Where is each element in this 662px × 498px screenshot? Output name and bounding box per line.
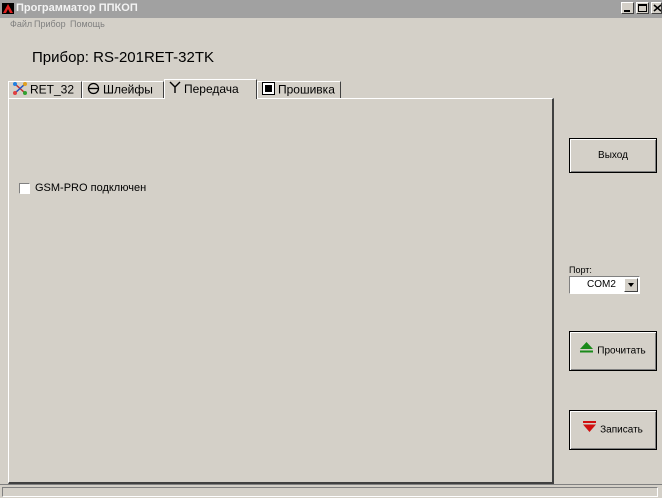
tab-label: RET_32 — [30, 82, 75, 97]
port-label: Порт: — [569, 265, 592, 275]
title-bar: Программатор ППКОП — [0, 0, 662, 18]
tab-firmware[interactable]: Прошивка — [257, 81, 341, 98]
minimize-button[interactable] — [621, 2, 634, 14]
transfer-panel: GSM-PRO подключен — [8, 98, 554, 484]
menu-file[interactable]: Файл — [10, 19, 32, 29]
menu-bar: Файл Прибор Помощь — [0, 18, 662, 32]
exit-label: Выход — [598, 150, 628, 161]
gsm-pro-label: GSM-PRO подключен — [35, 182, 147, 194]
antenna-icon — [169, 81, 181, 99]
loop-icon — [87, 82, 100, 99]
eject-up-icon — [580, 332, 594, 370]
write-label: Записать — [600, 424, 643, 436]
gsm-pro-option[interactable]: GSM-PRO подключен — [19, 182, 146, 194]
tab-label: Прошивка — [278, 82, 335, 97]
chevron-down-icon[interactable] — [624, 278, 638, 292]
tab-label: Шлейфы — [103, 82, 153, 97]
menu-help[interactable]: Помощь — [70, 19, 105, 29]
device-label: Прибор: RS-201RET-32TK — [32, 49, 214, 66]
maximize-button[interactable] — [636, 2, 649, 14]
tab-ret32[interactable]: RET_32 — [8, 81, 82, 98]
eject-down-icon — [583, 411, 597, 449]
port-select[interactable]: COM2 — [569, 276, 640, 294]
write-button[interactable]: Записать — [569, 410, 657, 450]
tab-transfer[interactable]: Передача — [164, 79, 257, 99]
tab-label: Передача — [184, 82, 239, 96]
tab-loops[interactable]: Шлейфы — [82, 81, 164, 98]
close-button[interactable] — [651, 2, 662, 14]
network-icon — [13, 82, 27, 99]
read-button[interactable]: Прочитать — [569, 331, 657, 371]
chip-icon — [262, 82, 275, 99]
status-bar — [0, 484, 662, 498]
port-value: COM2 — [587, 279, 616, 290]
read-label: Прочитать — [597, 345, 646, 357]
app-icon — [2, 3, 14, 14]
menu-device[interactable]: Прибор — [34, 19, 66, 29]
gsm-pro-checkbox[interactable] — [19, 182, 30, 194]
exit-button[interactable]: Выход — [569, 138, 657, 173]
status-panel — [2, 487, 658, 497]
window-title: Программатор ППКОП — [16, 2, 138, 14]
